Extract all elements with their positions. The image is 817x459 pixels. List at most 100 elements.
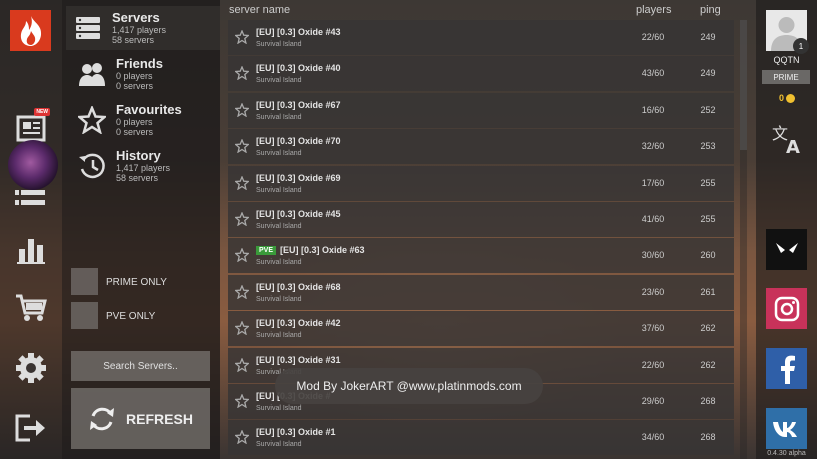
category-players: 1,417 players [112,25,167,35]
server-ping: 253 [700,141,716,152]
server-row[interactable]: [EU] [0.3] Oxide #43 Survival Island 22/… [228,20,734,55]
category-servers-count: 58 servers [112,35,155,45]
server-name: [EU] [0.3] Oxide #67 [256,100,341,110]
favourite-star-icon[interactable] [235,357,249,372]
favourite-star-icon[interactable] [235,394,249,408]
server-row[interactable]: [EU] [0.3] Oxide #67 Survival Island 16/… [228,92,734,128]
search-input[interactable]: Search Servers.. [71,351,210,381]
alien-social-button[interactable] [766,229,807,270]
category-servers-count: 0 servers [116,127,154,137]
server-mode: Survival Island [256,41,302,48]
vk-button[interactable] [766,408,807,449]
prime-only-checkbox[interactable] [71,268,98,295]
bar-chart-icon [17,239,45,264]
prime-button[interactable]: PRIME [762,70,810,84]
facebook-button[interactable] [766,348,807,389]
server-row[interactable]: [EU] [0.3] Oxide #68 Survival Island 23/… [228,274,734,310]
category-favourites[interactable]: Favourites 0 players 0 servers [70,98,220,142]
server-ping: 249 [700,68,716,79]
server-name-text: [EU] [0.3] Oxide #31 [256,354,341,365]
friends-icon [79,63,105,86]
server-name-text: [EU] [0.3] Oxide #70 [256,136,341,147]
server-mode: Survival Island [256,223,302,230]
server-players: 30/60 [641,250,665,261]
news-icon [16,115,46,142]
column-header-ping[interactable]: ping [700,4,721,16]
coin-count: 0 [779,93,785,103]
server-icon [76,17,100,39]
server-mode: Survival Island [256,405,302,412]
category-players: 1,417 players [116,163,171,173]
game-logo[interactable] [10,10,51,51]
server-row[interactable]: [EU] [0.3] Oxide #40 Survival Island 43/… [228,56,734,92]
favourite-star-icon[interactable] [235,212,249,226]
pve-only-checkbox[interactable] [71,302,98,329]
logout-icon [15,414,45,442]
shop-button[interactable] [8,288,54,328]
coin-balance: 0 [779,93,796,103]
server-name-text: [EU] [0.3] Oxide #43 [256,27,341,37]
translate-icon: 文 A [772,124,800,155]
server-name: [EU] [0.3] Oxide #69 [256,173,341,183]
server-players: 43/60 [641,68,665,79]
toast-message: Mod By JokerART @www.platinmods.com [275,368,543,404]
server-name: [EU] [0.3] Oxide #31 [256,355,341,365]
category-players: 0 players [116,71,153,81]
settings-button[interactable] [8,348,54,388]
list-icon [15,190,45,205]
favourite-star-icon[interactable] [235,321,249,336]
favourite-star-icon[interactable] [235,284,249,299]
server-ping: 261 [700,286,716,297]
category-servers-count: 0 servers [116,81,154,91]
user-level-badge: 1 [793,38,809,54]
server-players: 17/60 [641,177,665,188]
category-friends[interactable]: Friends 0 players 0 servers [70,52,220,96]
server-row[interactable]: [EU] [0.3] Oxide #45 Survival Island 41/… [228,202,734,237]
favourite-star-icon[interactable] [235,30,249,44]
favourite-star-icon[interactable] [235,102,249,117]
username: QQTN [773,55,800,65]
instagram-icon [774,296,799,321]
server-players: 16/60 [641,104,665,115]
cart-icon [16,294,47,321]
server-name-text: [EU] [0.3] Oxide #68 [256,281,341,292]
prime-only-label: PRIME ONLY [106,277,167,288]
column-header-server-name[interactable]: server name [229,4,290,16]
language-button[interactable]: 文 A [766,118,807,159]
server-row[interactable]: [EU] [0.3] Oxide #1 Survival Island 34/6… [228,420,734,456]
category-servers[interactable]: Servers 1,417 players 58 servers [66,6,220,50]
server-row[interactable]: [EU] [0.3] Oxide #70 Survival Island 32/… [228,129,734,165]
server-players: 41/60 [641,214,665,224]
favourite-star-icon[interactable] [235,430,249,445]
category-history[interactable]: History 1,417 players 58 servers [70,144,220,188]
scrollbar-thumb[interactable] [740,20,747,150]
category-title: Friends [116,56,163,71]
server-row[interactable]: PVE [EU] [0.3] Oxide #63 Survival Island … [228,238,734,274]
server-row[interactable]: [EU] [0.3] Oxide #69 Survival Island 17/… [228,165,734,201]
instagram-button[interactable] [766,288,807,329]
stats-button[interactable] [8,230,54,270]
pve-only-label: PVE ONLY [106,311,156,322]
favourite-star-icon[interactable] [235,175,249,190]
alien-eyes-icon [775,242,798,253]
server-row[interactable]: [EU] [0.3] Oxide #42 Survival Island 37/… [228,311,734,347]
server-mode: Survival Island [256,113,302,121]
refresh-label: REFRESH [126,410,193,427]
server-name-text: [EU] [0.3] Oxide #63 [280,245,365,256]
favourite-star-icon[interactable] [235,66,249,81]
category-servers-count: 58 servers [116,173,159,183]
server-list-button[interactable] [8,178,54,218]
exit-button[interactable] [8,408,54,448]
refresh-button[interactable]: REFRESH [71,388,210,449]
server-name: [EU] [0.3] Oxide #42 [256,318,341,328]
server-name: PVE [EU] [0.3] Oxide #63 [256,245,365,256]
gear-icon [16,353,46,383]
server-ping: 262 [700,359,716,370]
favourite-star-icon[interactable] [235,248,249,263]
category-title: Favourites [116,102,182,117]
server-ping: 252 [700,104,716,115]
favourite-star-icon[interactable] [235,139,249,154]
column-header-players[interactable]: players [636,4,671,16]
server-players: 34/60 [641,432,665,443]
history-icon [79,153,105,179]
